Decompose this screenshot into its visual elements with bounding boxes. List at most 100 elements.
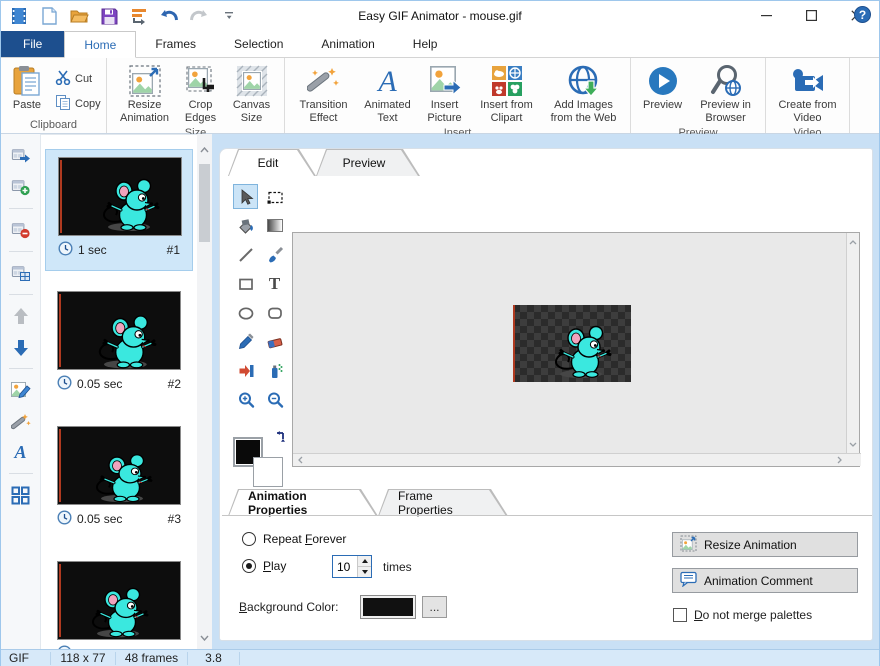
edit-canvas[interactable] [292,232,860,467]
color-replace-tool[interactable] [233,358,258,383]
export-frames-icon[interactable] [129,6,149,26]
canvas-size-button[interactable]: Canvas Size [226,61,278,126]
preview-in-browser-icon [709,64,743,98]
animation-comment-button[interactable]: Animation Comment [672,568,858,593]
extract-frame-icon[interactable] [8,144,34,168]
create-from-video-button[interactable]: Create from Video [770,61,845,126]
ellipse-tool[interactable] [233,300,258,325]
text-tool-strip-icon[interactable]: A [8,440,34,464]
add-frame-icon[interactable] [8,175,34,199]
tile-view-icon[interactable] [8,483,34,507]
minimize-button[interactable] [744,1,789,29]
eraser-tool[interactable] [262,329,287,354]
crop-edges-button[interactable]: Crop Edges [176,61,226,126]
duplicate-frame-icon[interactable] [8,261,34,285]
edit-frame-icon[interactable] [8,378,34,402]
insert-from-clipart-icon [490,64,524,98]
select-tool[interactable] [262,184,287,209]
redo-icon[interactable] [189,6,209,26]
delete-frame-icon[interactable] [8,218,34,242]
background-color-browse-button[interactable]: ... [422,596,447,618]
frame-item-1[interactable]: 1 sec #1 [45,149,193,271]
brush-tool[interactable] [262,242,287,267]
animated-text-button[interactable]: A Animated Text [357,61,419,126]
zoom-out-tool[interactable] [262,387,287,412]
insert-picture-button[interactable]: Insert Picture [419,61,471,126]
move-frame-up-icon[interactable] [8,304,34,328]
frames-list: 1 sec #1 0.05 sec #2 0.05 sec #3 [41,134,197,649]
open-file-icon[interactable] [69,6,89,26]
frame-number: #1 [167,243,180,257]
transition-effect-button[interactable]: Transition Effect [291,61,357,126]
rounded-rectangle-tool[interactable] [262,300,287,325]
canvas-vertical-scrollbar[interactable] [846,233,859,454]
gif-image[interactable] [513,305,631,382]
resize-animation-button[interactable]: Resize Animation [114,61,176,126]
preview-in-browser-button[interactable]: Preview in Browser [690,61,761,126]
wand-effect-icon[interactable] [8,409,34,433]
canvas-horizontal-scrollbar[interactable] [293,453,861,466]
scrollbar-thumb[interactable] [199,164,210,242]
spinner-up-button[interactable] [358,556,371,566]
copy-button[interactable]: Copy [49,91,107,116]
frame-item-2[interactable]: 0.05 sec #2 [45,284,193,406]
preview-button[interactable]: Preview [635,61,690,113]
pointer-tool[interactable] [233,184,258,209]
canvas-scroll-up-icon[interactable] [847,235,859,250]
app-icon[interactable] [9,6,29,26]
tab-frame-properties[interactable]: Frame Properties [378,489,508,516]
tab-file[interactable]: File [1,31,64,57]
tab-animation[interactable]: Animation [302,31,393,57]
scroll-up-icon[interactable] [197,142,212,157]
fill-tool[interactable] [233,213,258,238]
customize-toolbar-icon[interactable] [219,6,239,26]
create-from-video-icon [791,64,825,98]
line-tool[interactable] [233,242,258,267]
spray-tool[interactable] [262,358,287,383]
text-tool[interactable]: T [262,271,287,296]
spinner-down-button[interactable] [358,566,371,577]
paste-label: Paste [13,99,41,112]
repeat-forever-radio[interactable]: Repeat Forever [242,532,346,546]
tab-home[interactable]: Home [64,31,136,58]
do-not-merge-palettes-checkbox[interactable]: Do not merge palettes [673,608,812,622]
frame-item-4[interactable]: 0.05 sec #4 [45,554,193,649]
gradient-tool[interactable] [262,213,287,238]
animation-background-color-swatch[interactable] [360,595,416,619]
help-icon[interactable]: ? [854,6,871,23]
canvas-scroll-left-icon[interactable] [293,453,308,468]
clock-icon [58,241,73,259]
play-times-input[interactable] [333,556,357,577]
zoom-in-tool[interactable] [233,387,258,412]
tab-frames[interactable]: Frames [136,31,215,57]
canvas-scroll-right-icon[interactable] [832,453,847,468]
insert-from-clipart-button[interactable]: Insert from Clipart [471,61,543,126]
tab-help[interactable]: Help [394,31,457,57]
tab-animation-properties[interactable]: Animation Properties [228,489,378,516]
undo-icon[interactable] [159,6,179,26]
tab-frame-properties-label: Frame Properties [378,489,508,516]
swap-colors-icon[interactable] [273,429,289,448]
paste-button[interactable]: Paste [5,61,49,113]
add-images-from-web-button[interactable]: Add Images from the Web [543,61,625,126]
ribbon: Paste Cut Copy Clipboard [1,58,879,134]
frames-scrollbar[interactable] [197,134,212,649]
play-radio[interactable]: Play [242,559,286,573]
canvas-scroll-down-icon[interactable] [847,437,859,452]
rectangle-tool[interactable] [233,271,258,296]
resize-animation-panel-button[interactable]: Resize Animation [672,532,858,557]
save-icon[interactable] [99,6,119,26]
scroll-down-icon[interactable] [197,630,212,645]
move-frame-down-icon[interactable] [8,335,34,359]
eyedropper-tool[interactable] [233,329,258,354]
background-color-swatch[interactable] [253,457,283,487]
tab-selection[interactable]: Selection [215,31,302,57]
cut-button[interactable]: Cut [49,67,107,91]
new-file-icon[interactable] [39,6,59,26]
frame-number: #3 [168,512,181,526]
frame-item-3[interactable]: 0.05 sec #3 [45,419,193,541]
preview-in-browser-label: Preview in Browser [695,99,756,125]
maximize-button[interactable] [789,1,834,29]
tab-edit[interactable]: Edit [228,149,316,176]
tab-preview[interactable]: Preview [316,149,420,176]
